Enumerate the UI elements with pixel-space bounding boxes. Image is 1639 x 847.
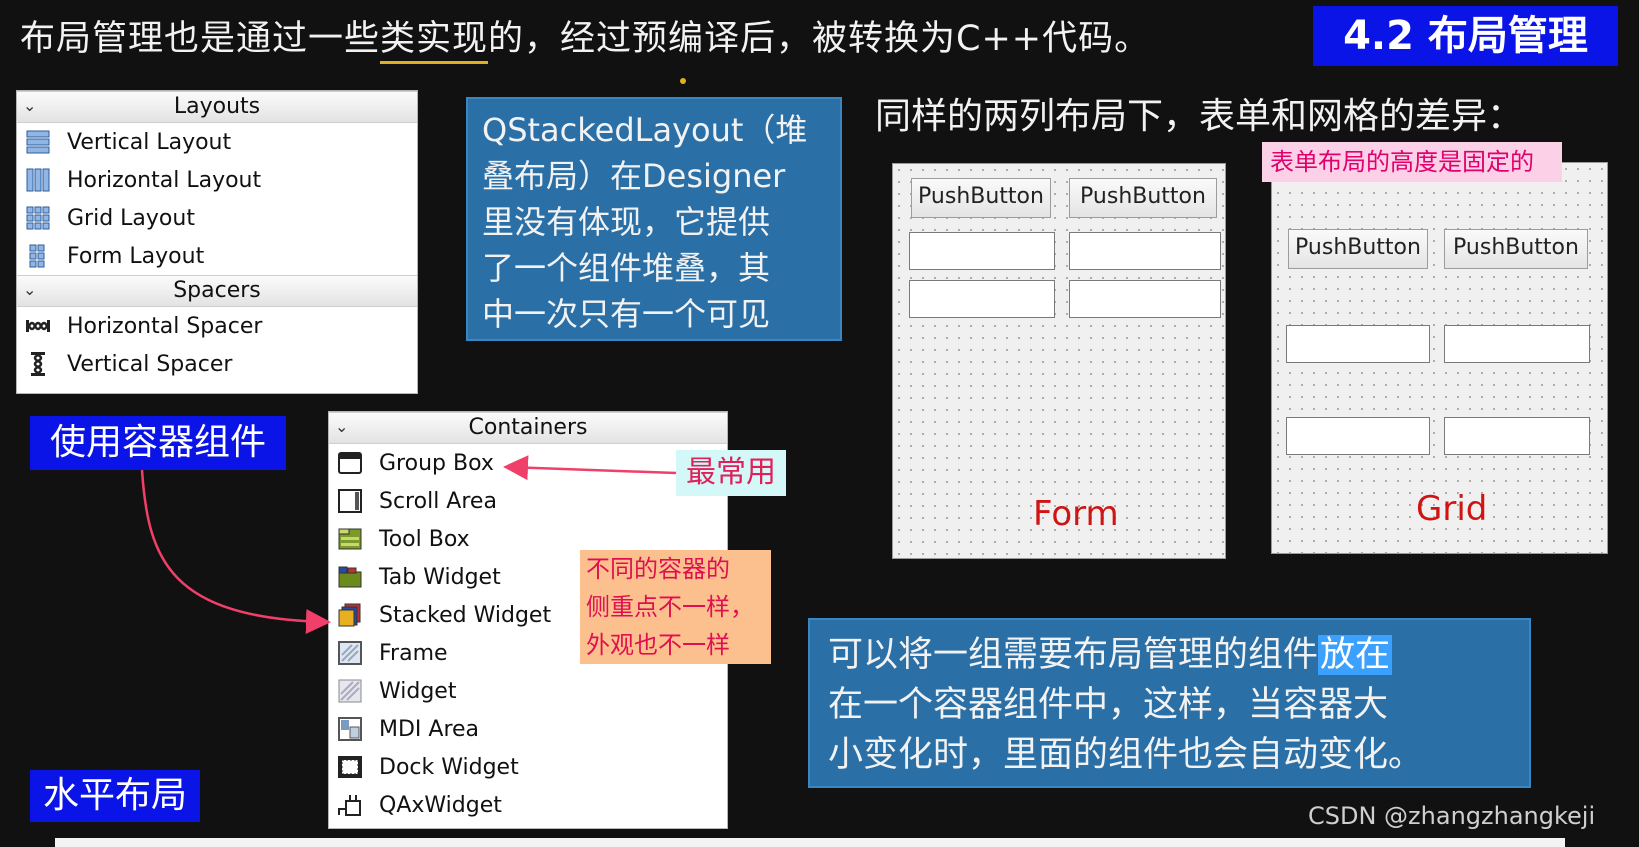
- note-highlight: 放在: [1318, 635, 1393, 675]
- bottom-bar: [55, 838, 1565, 847]
- note-line: 在一个容器组件中，这样，当容器大: [828, 685, 1389, 725]
- arrow-to-stacked-widget: [140, 469, 331, 634]
- container-usage-note: 可以将一组需要布局管理的组件放在 在一个容器组件中，这样，当容器大 小变化时，里…: [808, 618, 1531, 788]
- watermark: CSDN @zhangzhangkeji: [1308, 802, 1596, 830]
- slide: 布局管理也是通过一些类实现的，经过预编译后，被转换为C++代码。 4.2 布局管…: [0, 0, 1639, 847]
- note-line: 小变化时，里面的组件也会自动变化。: [828, 735, 1424, 775]
- note-line: 可以将一组需要布局管理的组件放在: [828, 630, 1529, 680]
- arrow-to-group-box: [503, 455, 677, 481]
- note-text: 可以将一组需要布局管理的组件: [828, 635, 1319, 675]
